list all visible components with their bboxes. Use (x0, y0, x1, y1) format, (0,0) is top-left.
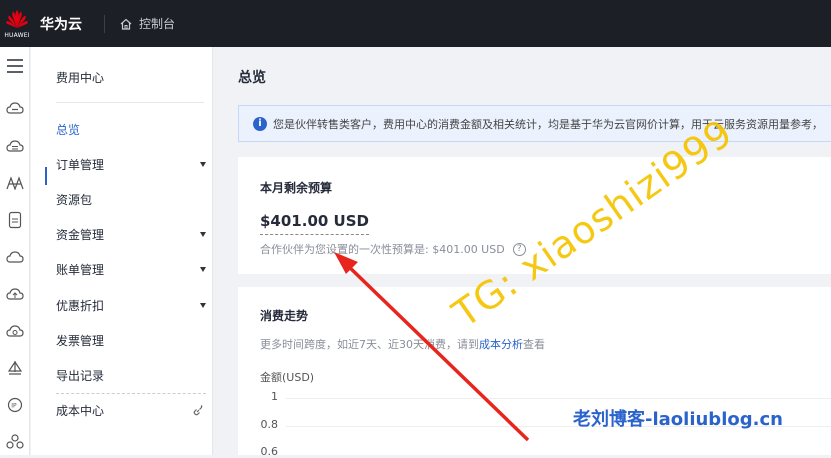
watermark-blog: 老刘博客-laoliublog.cn (573, 409, 783, 430)
trend-title: 消费走势 (260, 309, 309, 323)
top-navbar: HUAWEI 华为云 控制台 (0, 0, 831, 47)
sidebar-title: 费用中心 (56, 71, 105, 85)
storage-icon[interactable] (5, 210, 25, 230)
cloud-upload-icon[interactable] (5, 284, 25, 304)
sidebar-item-cost-center[interactable]: 成本中心 (56, 401, 206, 421)
sidebar-item-label: 账单管理 (56, 263, 105, 277)
huawei-logo[interactable]: HUAWEI (0, 0, 34, 47)
cloud-sync-icon[interactable] (5, 321, 25, 341)
sidebar-item-bills[interactable]: 账单管理 (56, 260, 206, 280)
budget-description: 合作伙伴为您设置的一次性预算是: $401.00 USD ? (260, 241, 526, 257)
y-tick-label: 1 (271, 390, 278, 403)
sidebar-item-orders[interactable]: 订单管理 (56, 155, 206, 175)
logo-text: HUAWEI (4, 31, 30, 39)
svg-text:IP: IP (11, 403, 17, 410)
budget-title: 本月剩余预算 (260, 181, 333, 195)
sidebar-item-label: 资金管理 (56, 228, 105, 242)
sidebar-item-funds[interactable]: 资金管理 (56, 225, 206, 245)
info-notice: i 您是伙伴转售类客户，费用中心的消费金额及相关统计，均是基于华为云官网价计算，… (238, 105, 831, 142)
console-label: 控制台 (139, 17, 176, 31)
sidebar-divider (56, 393, 206, 394)
sidebar-item-label: 订单管理 (56, 158, 105, 172)
sail-icon[interactable] (5, 358, 25, 378)
cloud-db-icon[interactable] (5, 136, 25, 156)
console-link[interactable]: 控制台 (119, 15, 175, 32)
notice-text: 您是伙伴转售类客户，费用中心的消费金额及相关统计，均是基于华为云官网价计算，用于… (273, 117, 823, 131)
network-icon[interactable] (5, 173, 25, 193)
gridline (286, 398, 831, 399)
service-icon-bar: IP (0, 47, 30, 455)
y-axis-label: 金额(USD) (260, 371, 315, 384)
sidebar-item-discounts[interactable]: 优惠折扣 (56, 296, 206, 316)
y-tick-label: 0.6 (260, 445, 279, 458)
home-icon (120, 18, 132, 30)
trend-description: 更多时间跨度，如近7天、近30天消费，请到成本分析查看 (260, 336, 545, 352)
sidebar-item-exports[interactable]: 导出记录 (56, 366, 206, 386)
caret-down-icon (200, 232, 206, 237)
page-title: 总览 (238, 70, 266, 86)
huawei-logo-icon (6, 9, 28, 28)
billing-sidebar: 费用中心 总览 订单管理 资源包 资金管理 账单管理 优惠折扣 发票管理 导出记… (31, 47, 213, 455)
active-indicator (45, 167, 47, 185)
topbar-divider (104, 14, 105, 33)
brand-name[interactable]: 华为云 (40, 14, 82, 34)
cloud-server-icon[interactable] (5, 98, 25, 118)
trend-desc-suffix: 查看 (523, 338, 545, 351)
sidebar-item-label: 发票管理 (56, 334, 105, 348)
cloud-icon[interactable] (5, 247, 25, 267)
sidebar-item-invoices[interactable]: 发票管理 (56, 331, 206, 351)
y-tick-label: 0.8 (260, 418, 279, 431)
cost-analysis-link[interactable]: 成本分析 (479, 338, 523, 351)
sidebar-item-label: 导出记录 (56, 369, 105, 383)
sidebar-title-divider (56, 102, 204, 103)
menu-icon[interactable] (5, 56, 25, 76)
cluster-icon[interactable] (5, 432, 25, 452)
sidebar-item-packages[interactable]: 资源包 (56, 190, 206, 210)
trend-desc-prefix: 更多时间跨度，如近7天、近30天消费，请到 (260, 338, 479, 351)
budget-desc-text: 合作伙伴为您设置的一次性预算是: $401.00 USD (260, 243, 505, 256)
info-icon: i (253, 116, 267, 131)
sidebar-item-overview[interactable]: 总览 (56, 120, 206, 140)
sidebar-item-label: 优惠折扣 (56, 299, 105, 313)
external-link-icon (193, 405, 203, 416)
caret-down-icon (200, 162, 206, 167)
caret-down-icon (200, 303, 206, 308)
budget-amount[interactable]: $401.00 USD (260, 212, 369, 235)
caret-down-icon (200, 267, 206, 272)
ip-icon[interactable]: IP (5, 395, 25, 415)
sidebar-item-label: 总览 (56, 123, 81, 137)
sidebar-item-label: 资源包 (56, 193, 93, 207)
sidebar-item-label: 成本中心 (56, 404, 105, 418)
